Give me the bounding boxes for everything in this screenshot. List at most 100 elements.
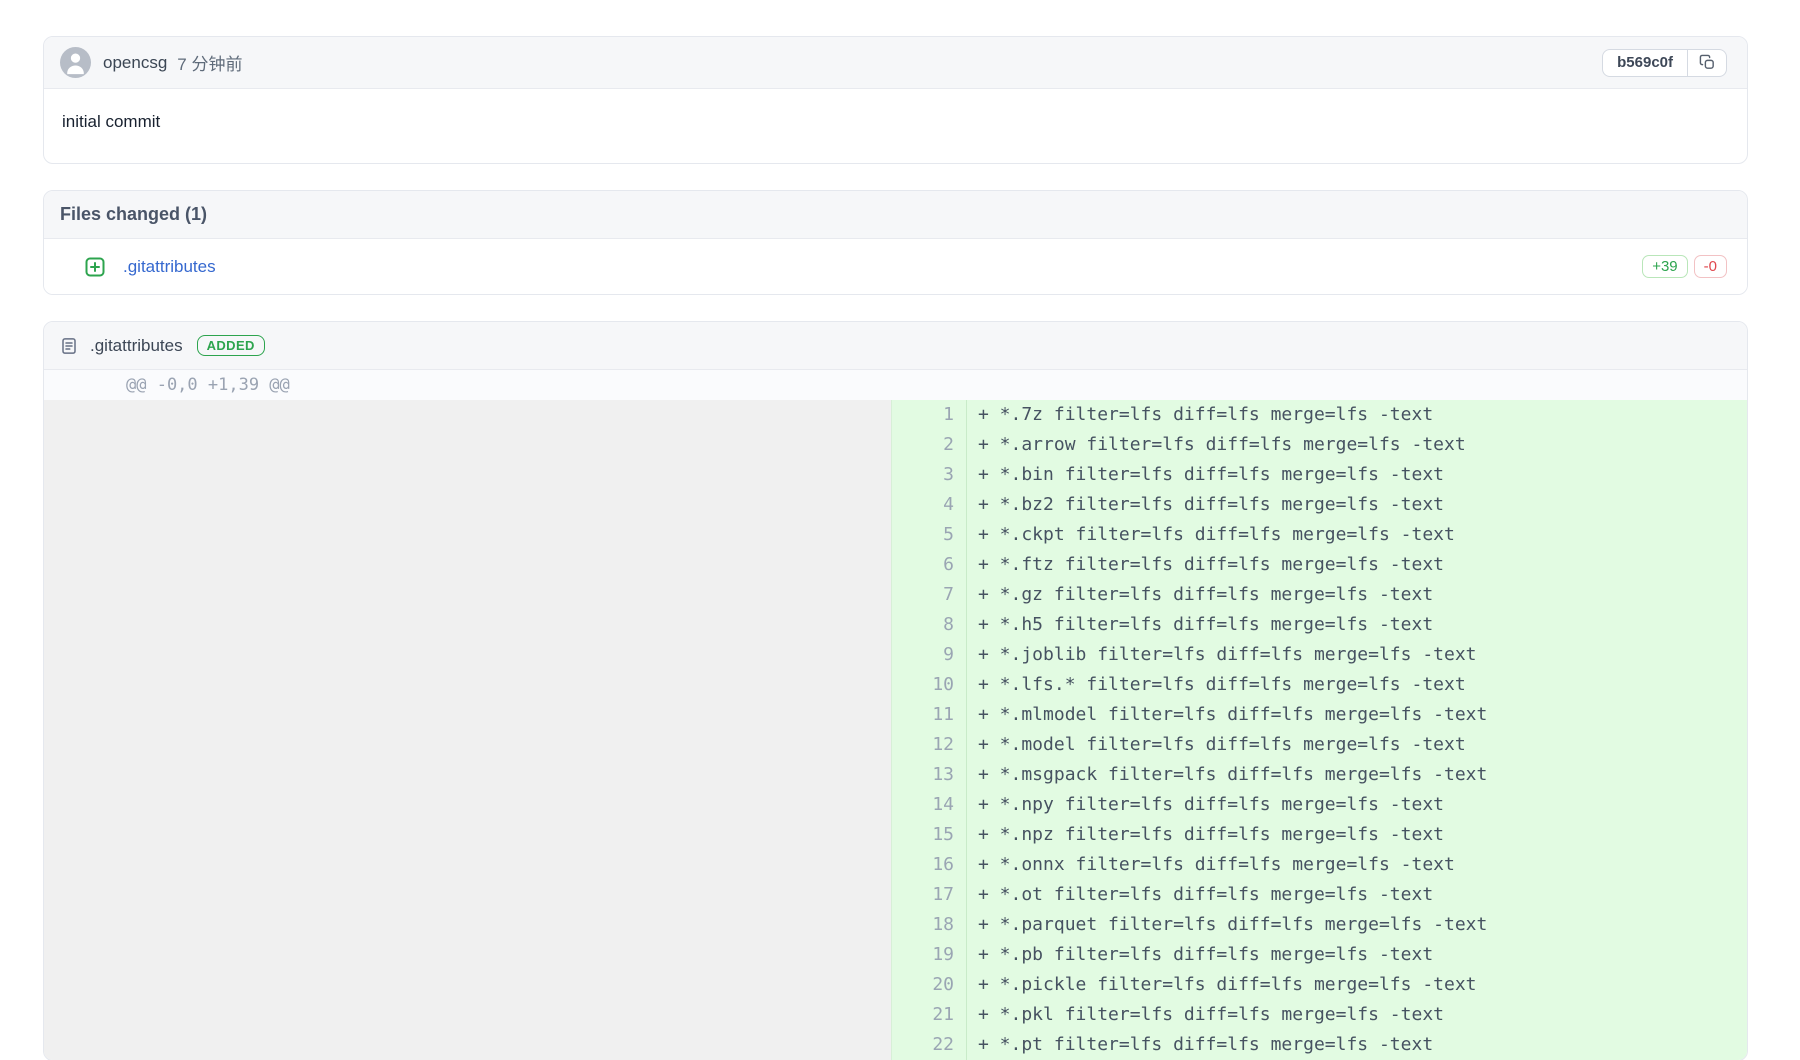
new-side-cell: 5 + *.ckpt filter=lfs diff=lfs merge=lfs… xyxy=(891,520,1747,550)
diff-line-row: 10 + *.lfs.* filter=lfs diff=lfs merge=l… xyxy=(44,670,1747,700)
old-side-empty-cell xyxy=(44,580,891,610)
commit-hash-group: b569c0f xyxy=(1602,49,1727,77)
line-content: + *.msgpack filter=lfs diff=lfs merge=lf… xyxy=(967,760,1487,790)
diff-card: .gitattributes ADDED @@ -0,0 +1,39 @@ 1 … xyxy=(43,321,1748,1060)
diff-line-row: 2 + *.arrow filter=lfs diff=lfs merge=lf… xyxy=(44,430,1747,460)
line-content: + *.ckpt filter=lfs diff=lfs merge=lfs -… xyxy=(967,520,1455,550)
diff-line-row: 20 + *.pickle filter=lfs diff=lfs merge=… xyxy=(44,970,1747,1000)
old-side-empty-cell xyxy=(44,910,891,940)
commit-author-link[interactable]: opencsg xyxy=(103,53,167,73)
new-side-cell: 20 + *.pickle filter=lfs diff=lfs merge=… xyxy=(891,970,1747,1000)
old-side-empty-cell xyxy=(44,400,891,430)
diff-line-row: 1 + *.7z filter=lfs diff=lfs merge=lfs -… xyxy=(44,400,1747,430)
line-number[interactable]: 18 xyxy=(892,910,967,940)
commit-header-card: opencsg 7 分钟前 b569c0f initial commit xyxy=(43,36,1748,164)
line-content: + *.pt filter=lfs diff=lfs merge=lfs -te… xyxy=(967,1030,1433,1060)
diff-line-row: 6 + *.ftz filter=lfs diff=lfs merge=lfs … xyxy=(44,550,1747,580)
line-number[interactable]: 15 xyxy=(892,820,967,850)
new-side-cell: 17 + *.ot filter=lfs diff=lfs merge=lfs … xyxy=(891,880,1747,910)
line-content: + *.pb filter=lfs diff=lfs merge=lfs -te… xyxy=(967,940,1433,970)
diff-line-row: 21 + *.pkl filter=lfs diff=lfs merge=lfs… xyxy=(44,1000,1747,1030)
line-number[interactable]: 21 xyxy=(892,1000,967,1030)
diff-line-row: 17 + *.ot filter=lfs diff=lfs merge=lfs … xyxy=(44,880,1747,910)
user-avatar-icon xyxy=(60,47,91,78)
line-content: + *.gz filter=lfs diff=lfs merge=lfs -te… xyxy=(967,580,1433,610)
new-side-cell: 10 + *.lfs.* filter=lfs diff=lfs merge=l… xyxy=(891,670,1747,700)
old-side-empty-cell xyxy=(44,790,891,820)
new-side-cell: 2 + *.arrow filter=lfs diff=lfs merge=lf… xyxy=(891,430,1747,460)
line-content: + *.parquet filter=lfs diff=lfs merge=lf… xyxy=(967,910,1487,940)
old-side-empty-cell xyxy=(44,460,891,490)
line-content: + *.mlmodel filter=lfs diff=lfs merge=lf… xyxy=(967,700,1487,730)
plus-square-icon xyxy=(85,257,105,277)
copy-hash-button[interactable] xyxy=(1688,50,1726,76)
old-side-empty-cell xyxy=(44,550,891,580)
old-side-empty-cell xyxy=(44,1030,891,1060)
old-side-empty-cell xyxy=(44,490,891,520)
old-side-empty-cell xyxy=(44,970,891,1000)
line-content: + *.joblib filter=lfs diff=lfs merge=lfs… xyxy=(967,640,1477,670)
line-number[interactable]: 22 xyxy=(892,1030,967,1060)
line-number[interactable]: 9 xyxy=(892,640,967,670)
new-side-cell: 6 + *.ftz filter=lfs diff=lfs merge=lfs … xyxy=(891,550,1747,580)
diff-line-row: 15 + *.npz filter=lfs diff=lfs merge=lfs… xyxy=(44,820,1747,850)
line-number[interactable]: 20 xyxy=(892,970,967,1000)
diff-file-name: .gitattributes xyxy=(90,336,183,356)
line-number[interactable]: 3 xyxy=(892,460,967,490)
line-number[interactable]: 8 xyxy=(892,610,967,640)
line-number[interactable]: 2 xyxy=(892,430,967,460)
file-text-icon xyxy=(60,337,78,355)
diff-line-row: 9 + *.joblib filter=lfs diff=lfs merge=l… xyxy=(44,640,1747,670)
diff-line-row: 12 + *.model filter=lfs diff=lfs merge=l… xyxy=(44,730,1747,760)
diff-line-row: 8 + *.h5 filter=lfs diff=lfs merge=lfs -… xyxy=(44,610,1747,640)
line-number[interactable]: 12 xyxy=(892,730,967,760)
commit-hash-button[interactable]: b569c0f xyxy=(1603,50,1687,76)
files-changed-card: Files changed (1) .gitattributes +39 -0 xyxy=(43,190,1748,295)
line-content: + *.lfs.* filter=lfs diff=lfs merge=lfs … xyxy=(967,670,1466,700)
diff-line-row: 14 + *.npy filter=lfs diff=lfs merge=lfs… xyxy=(44,790,1747,820)
old-side-empty-cell xyxy=(44,1000,891,1030)
line-number[interactable]: 19 xyxy=(892,940,967,970)
changed-file-link[interactable]: .gitattributes xyxy=(123,257,216,277)
new-side-cell: 15 + *.npz filter=lfs diff=lfs merge=lfs… xyxy=(891,820,1747,850)
old-side-empty-cell xyxy=(44,610,891,640)
new-side-cell: 21 + *.pkl filter=lfs diff=lfs merge=lfs… xyxy=(891,1000,1747,1030)
line-number[interactable]: 16 xyxy=(892,850,967,880)
line-content: + *.h5 filter=lfs diff=lfs merge=lfs -te… xyxy=(967,610,1433,640)
line-number[interactable]: 10 xyxy=(892,670,967,700)
new-side-cell: 22 + *.pt filter=lfs diff=lfs merge=lfs … xyxy=(891,1030,1747,1060)
line-content: + *.bin filter=lfs diff=lfs merge=lfs -t… xyxy=(967,460,1444,490)
diff-line-row: 22 + *.pt filter=lfs diff=lfs merge=lfs … xyxy=(44,1030,1747,1060)
additions-badge: +39 xyxy=(1642,255,1687,278)
diff-line-row: 7 + *.gz filter=lfs diff=lfs merge=lfs -… xyxy=(44,580,1747,610)
diff-line-row: 18 + *.parquet filter=lfs diff=lfs merge… xyxy=(44,910,1747,940)
line-number[interactable]: 5 xyxy=(892,520,967,550)
line-number[interactable]: 7 xyxy=(892,580,967,610)
diff-rows: 1 + *.7z filter=lfs diff=lfs merge=lfs -… xyxy=(44,400,1747,1060)
old-side-empty-cell xyxy=(44,430,891,460)
new-side-cell: 12 + *.model filter=lfs diff=lfs merge=l… xyxy=(891,730,1747,760)
line-number[interactable]: 6 xyxy=(892,550,967,580)
diff-file-header: .gitattributes ADDED xyxy=(44,322,1747,370)
new-side-cell: 18 + *.parquet filter=lfs diff=lfs merge… xyxy=(891,910,1747,940)
diff-line-row: 11 + *.mlmodel filter=lfs diff=lfs merge… xyxy=(44,700,1747,730)
line-content: + *.onnx filter=lfs diff=lfs merge=lfs -… xyxy=(967,850,1455,880)
new-side-cell: 3 + *.bin filter=lfs diff=lfs merge=lfs … xyxy=(891,460,1747,490)
line-number[interactable]: 1 xyxy=(892,400,967,430)
line-number[interactable]: 17 xyxy=(892,880,967,910)
line-content: + *.bz2 filter=lfs diff=lfs merge=lfs -t… xyxy=(967,490,1444,520)
diff-line-row: 5 + *.ckpt filter=lfs diff=lfs merge=lfs… xyxy=(44,520,1747,550)
line-number[interactable]: 4 xyxy=(892,490,967,520)
commit-page: opencsg 7 分钟前 b569c0f initial commit Fil… xyxy=(0,0,1800,1060)
old-side-empty-cell xyxy=(44,760,891,790)
commit-time: 7 分钟前 xyxy=(177,50,242,75)
line-number[interactable]: 13 xyxy=(892,760,967,790)
hunk-header: @@ -0,0 +1,39 @@ xyxy=(44,370,1747,400)
line-number[interactable]: 14 xyxy=(892,790,967,820)
diff-line-row: 16 + *.onnx filter=lfs diff=lfs merge=lf… xyxy=(44,850,1747,880)
line-content: + *.pickle filter=lfs diff=lfs merge=lfs… xyxy=(967,970,1477,1000)
line-number[interactable]: 11 xyxy=(892,700,967,730)
old-side-empty-cell xyxy=(44,850,891,880)
line-content: + *.7z filter=lfs diff=lfs merge=lfs -te… xyxy=(967,400,1433,430)
line-content: + *.model filter=lfs diff=lfs merge=lfs … xyxy=(967,730,1466,760)
